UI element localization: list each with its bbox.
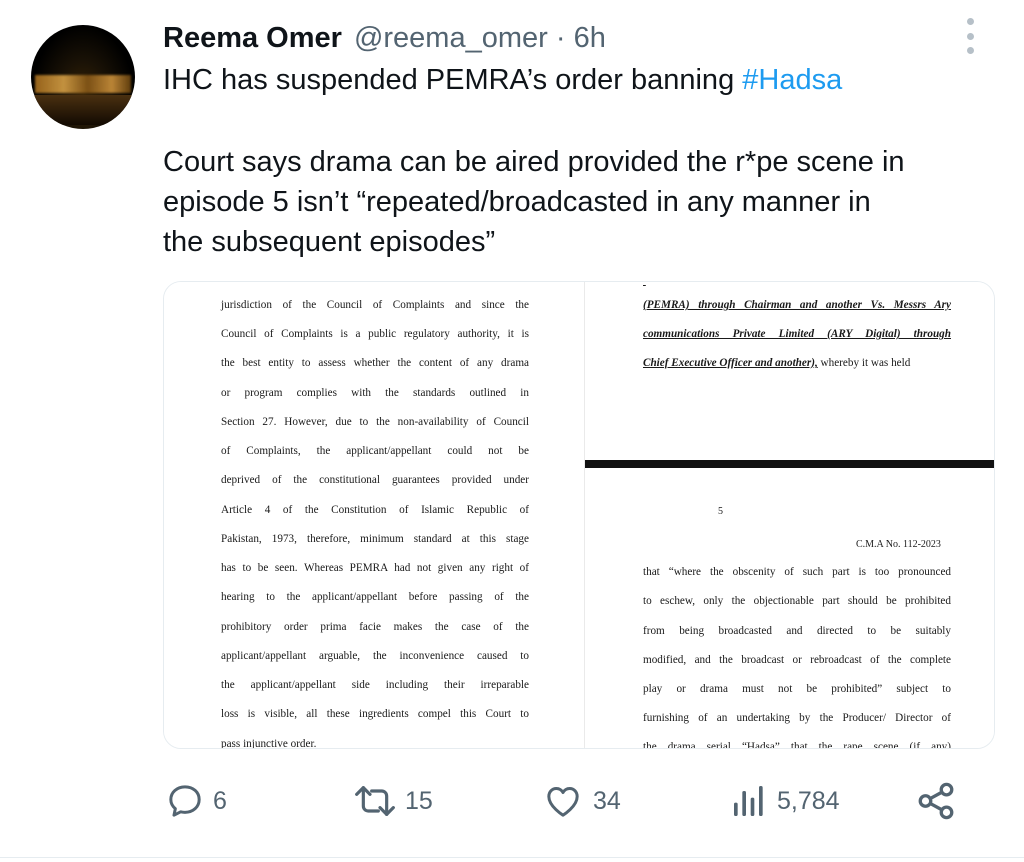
tweet-time[interactable]: 6h [574,22,606,54]
hashtag-link[interactable]: #Hadsa [742,64,842,96]
doc-line: to eschew, only the objectionable part s… [643,595,951,607]
doc-line: from being broadcasted and directed to b… [643,625,951,637]
page-number: 5 [718,506,723,517]
case-citation: Chief Executive Officer and another), [643,357,818,369]
doc-line: loss is visible, all these ingredients c… [221,708,529,720]
doc-line: Chief Executive Officer and another), wh… [643,356,951,370]
bottom-divider [0,857,1024,858]
reply-button[interactable]: 6 [165,776,227,826]
doc-line: or program complies with the standards o… [221,387,529,399]
tweet-text-line-2: Court says drama can be aired provided t… [163,146,905,178]
doc-line: has to be seen. Whereas PEMRA had not gi… [221,562,529,574]
doc-line: applicant/appellant arguable, the inconv… [221,650,529,662]
separator: · [555,21,566,54]
like-button[interactable]: 34 [541,776,621,826]
doc-line: that “where the obscenity of such part i… [643,566,951,578]
views-button[interactable]: 5,784 [729,776,840,826]
doc-line: Section 27. However, due to the non-avai… [221,416,529,428]
tweet-text-line-4: the subsequent episodes” [163,226,496,258]
author-handle[interactable]: @reema_omer · 6h [354,22,606,55]
doc-text: whereby it was held [817,357,911,369]
doc-line: the best entity to assess whether the co… [221,357,529,369]
doc-line: play or drama must not be prohibited” su… [643,683,951,695]
share-button[interactable] [915,776,957,826]
doc-line: Council of Complaints is a public regula… [221,328,529,340]
doc-line: pass injunctive order. [221,738,317,748]
reply-icon [169,785,201,817]
media-attachment[interactable]: . . jurisdiction of the Council of Compl… [163,281,995,749]
reply-count: 6 [213,786,227,815]
doc-line: (PEMRA) through Chairman and another Vs.… [643,299,951,311]
tweet-text-line-3: episode 5 isn’t “repeated/broadcasted in… [163,186,871,218]
retweet-icon [355,786,395,816]
case-reference: C.M.A No. 112-2023 [856,539,941,550]
tweet-header: Reema Omer @reema_omer · 6h [163,18,606,58]
page-gap [571,282,584,748]
retweet-button[interactable]: 15 [353,776,433,826]
author-name[interactable]: Reema Omer [163,22,342,55]
avatar[interactable] [31,25,135,129]
avatar-water [31,95,135,125]
doc-line: the applicant/appellant side including t… [221,679,529,691]
doc-line: hearing to the applicant/appellant befor… [221,591,529,603]
doc-line: prohibitory order prima facie makes the … [221,621,529,633]
more-icon[interactable] [958,18,982,54]
more-dot [966,18,974,25]
like-count: 34 [593,786,621,815]
document-page-left[interactable]: . . jurisdiction of the Council of Compl… [164,282,572,748]
more-dot [966,47,974,54]
view-count: 5,784 [777,786,840,815]
doc-line: of Complaints, the applicant/appellant c… [221,445,529,457]
doc-line: furnishing of an undertaking by the Prod… [643,712,951,724]
doc-line: Pakistan, 1973, therefore, minimum stand… [221,533,529,545]
handle-text: @reema_omer [353,21,548,54]
page-divider [585,460,994,468]
more-dot [966,32,974,40]
share-icon [918,782,954,820]
action-bar: 6 15 34 5,784 [163,776,963,826]
heart-icon [547,787,579,817]
doc-line: communications Private Limited (ARY Digi… [643,328,951,340]
retweet-count: 15 [405,786,433,815]
doc-line-cut [643,282,951,288]
cut-line: . . [221,282,529,284]
doc-line: jurisdiction of the Council of Complaint… [221,299,529,311]
doc-line: deprived of the constitutional guarantee… [221,474,529,486]
avatar-lights [35,75,131,93]
tweet-text-line-1: IHC has suspended PEMRA’s order banning … [163,60,842,100]
document-page-right[interactable]: (PEMRA) through Chairman and another Vs.… [584,282,994,748]
doc-line: modified, and the broadcast or rebroadca… [643,654,951,666]
views-icon [734,786,763,816]
doc-line: the drama serial “Hadsa” that the rape s… [643,741,951,748]
doc-line: Article 4 of the Constitution of Islamic… [221,504,529,516]
tweet-text: IHC has suspended PEMRA’s order banning [163,64,743,96]
